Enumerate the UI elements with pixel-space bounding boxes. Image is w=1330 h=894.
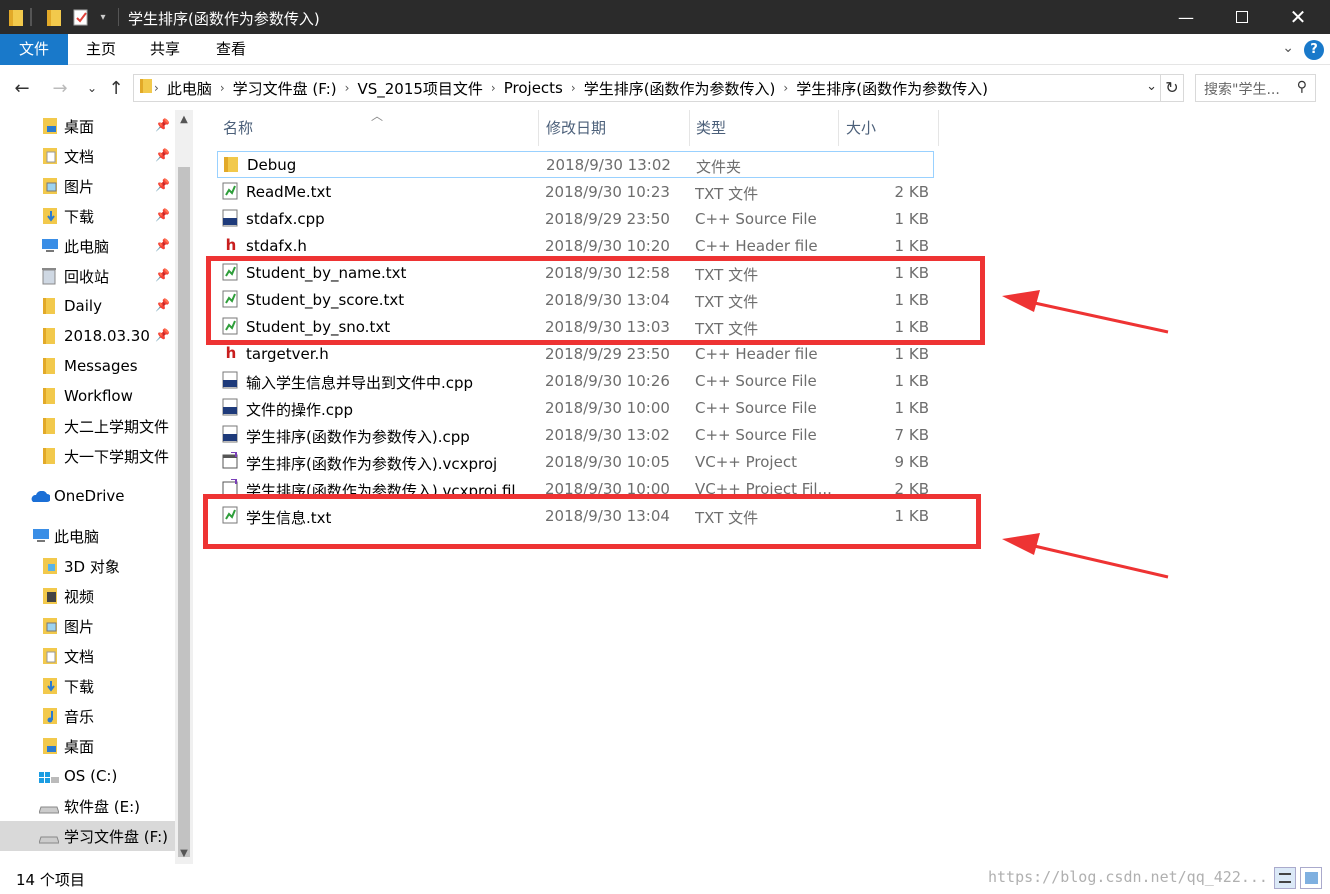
annotation-arrows — [1002, 290, 1169, 579]
watermark-text: https://blog.csdn.net/qq_422... — [988, 868, 1268, 886]
details-view-button[interactable] — [1274, 867, 1296, 889]
details-view-icon — [1279, 873, 1291, 883]
annotation-arrow — [1002, 533, 1169, 579]
large-icons-view-button[interactable] — [1300, 867, 1322, 889]
item-count: 14 个项目 — [16, 871, 85, 889]
annotation-arrow — [1002, 290, 1169, 334]
large-icons-view-icon — [1305, 872, 1318, 884]
status-bar: 14 个项目 https://blog.csdn.net/qq_422... — [0, 864, 1330, 894]
